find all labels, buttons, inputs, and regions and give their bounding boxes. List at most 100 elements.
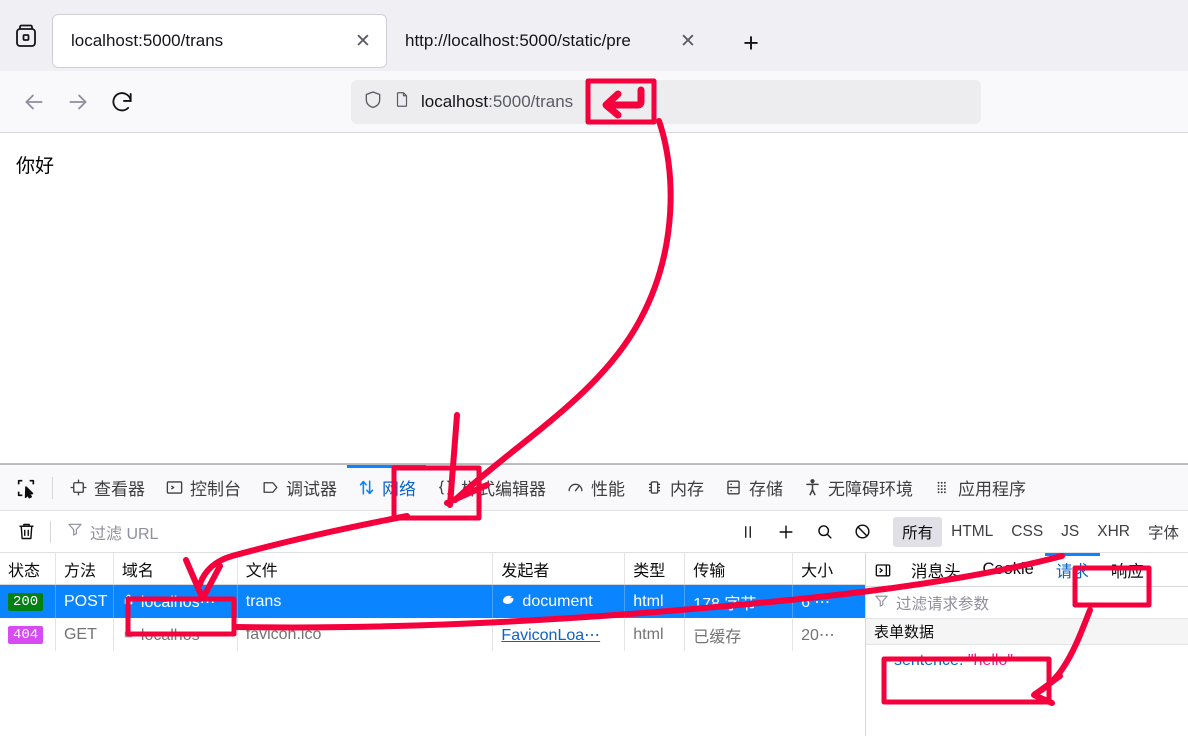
funnel-icon bbox=[67, 521, 83, 542]
plus-icon[interactable] bbox=[767, 514, 805, 550]
tab-title: http://localhost:5000/static/pre bbox=[405, 31, 675, 51]
cell-method: POST bbox=[56, 585, 114, 618]
type-filter-css[interactable]: CSS bbox=[1002, 519, 1052, 545]
devtools-tab-performance[interactable]: 性能 bbox=[556, 465, 635, 510]
pause-icon[interactable] bbox=[729, 514, 767, 550]
initiator-link[interactable]: FaviconLoa⋯ bbox=[501, 625, 600, 645]
page-icon[interactable] bbox=[393, 89, 411, 115]
cell-size: 20⋯ bbox=[793, 618, 865, 651]
column-header-initiator[interactable]: 发起者 bbox=[493, 553, 625, 584]
network-toolbar: 过滤 URL bbox=[0, 511, 1188, 553]
cell-file: favicon.ico bbox=[238, 618, 494, 651]
type-filter-js[interactable]: JS bbox=[1052, 519, 1088, 545]
reload-icon[interactable] bbox=[100, 80, 144, 124]
lock-icon bbox=[122, 625, 135, 645]
type-filter-html[interactable]: HTML bbox=[942, 519, 1002, 545]
debugger-icon bbox=[261, 478, 280, 497]
request-filter-placeholder: 过滤请求参数 bbox=[896, 592, 989, 614]
firefox-view-icon[interactable] bbox=[0, 0, 52, 71]
detail-tab-headers[interactable]: 消息头 bbox=[900, 553, 972, 586]
request-params-filter-input[interactable]: 过滤请求参数 bbox=[866, 587, 1188, 619]
panel-collapse-icon[interactable] bbox=[866, 553, 900, 586]
devtools-tab-label: 调试器 bbox=[286, 475, 337, 500]
network-icon bbox=[357, 478, 376, 497]
cell-type: html bbox=[625, 585, 685, 618]
devtools-tab-debugger[interactable]: 调试器 bbox=[251, 465, 347, 510]
tab-strip: localhost:5000/trans ✕ http://localhost:… bbox=[0, 0, 1188, 71]
devtools-tab-network[interactable]: 网络 bbox=[347, 465, 426, 510]
column-header-status[interactable]: 状态 bbox=[0, 553, 56, 584]
devtools-tab-label: 网络 bbox=[382, 475, 416, 500]
trash-icon[interactable] bbox=[8, 514, 44, 550]
devtools-tab-console[interactable]: 控制台 bbox=[155, 465, 251, 510]
initiator-text: document bbox=[522, 593, 592, 611]
toolbar-divider bbox=[50, 521, 51, 543]
table-row[interactable]: 404 GET localhos⋯ favicon.ico FaviconLoa… bbox=[0, 618, 865, 651]
resource-type-filters: 所有 HTML CSS JS XHR 字体 bbox=[893, 517, 1188, 547]
devtools-tab-inspector[interactable]: 查看器 bbox=[59, 465, 155, 510]
type-filter-xhr[interactable]: XHR bbox=[1088, 519, 1139, 545]
cell-method: GET bbox=[56, 618, 114, 651]
network-request-list: 状态 方法 域名 文件 发起者 类型 传输 大小 200 POST bbox=[0, 553, 866, 736]
domain-text: localhos⋯ bbox=[141, 625, 216, 645]
form-data-section-header[interactable]: 表单数据 bbox=[866, 619, 1188, 645]
memory-icon bbox=[645, 478, 664, 497]
tab-title: localhost:5000/trans bbox=[71, 31, 350, 51]
forward-arrow-icon[interactable] bbox=[56, 80, 100, 124]
type-filter-all[interactable]: 所有 bbox=[893, 517, 942, 547]
storage-icon bbox=[724, 478, 743, 497]
tab-localhost-static[interactable]: http://localhost:5000/static/pre ✕ bbox=[387, 14, 711, 68]
inspector-icon bbox=[69, 478, 88, 497]
close-icon[interactable]: ✕ bbox=[350, 28, 376, 54]
detail-tab-request[interactable]: 请求 bbox=[1045, 553, 1100, 586]
devtools-tab-application[interactable]: 应用程序 bbox=[923, 465, 1036, 510]
detail-tab-cookies[interactable]: Cookie bbox=[972, 553, 1045, 586]
table-row[interactable]: 200 POST localhos⋯ trans bbox=[0, 585, 865, 618]
url-host: localhost bbox=[421, 92, 488, 111]
element-picker-icon[interactable] bbox=[6, 468, 46, 508]
browser-chrome: localhost:5000/trans ✕ http://localhost:… bbox=[0, 0, 1188, 133]
detail-tab-response[interactable]: 响应 bbox=[1100, 553, 1155, 586]
tab-localhost-trans[interactable]: localhost:5000/trans ✕ bbox=[52, 14, 387, 68]
network-table-header: 状态 方法 域名 文件 发起者 类型 传输 大小 bbox=[0, 553, 865, 585]
block-icon[interactable] bbox=[843, 514, 881, 550]
column-header-size[interactable]: 大小 bbox=[793, 553, 865, 584]
search-icon[interactable] bbox=[805, 514, 843, 550]
new-tab-button[interactable]: + bbox=[731, 23, 771, 63]
column-header-method[interactable]: 方法 bbox=[56, 553, 114, 584]
devtools-tab-label: 查看器 bbox=[94, 475, 145, 500]
shield-icon[interactable] bbox=[363, 89, 383, 115]
network-toolbar-right: 所有 HTML CSS JS XHR 字体 bbox=[729, 514, 1188, 550]
cell-initiator: FaviconLoa⋯ bbox=[493, 618, 625, 651]
type-filter-font[interactable]: 字体 bbox=[1139, 517, 1188, 547]
funnel-icon bbox=[874, 593, 889, 613]
cell-initiator: document bbox=[493, 585, 625, 618]
close-icon[interactable]: ✕ bbox=[675, 28, 701, 54]
back-arrow-icon[interactable] bbox=[12, 80, 56, 124]
performance-icon bbox=[566, 478, 585, 497]
url-bar[interactable]: localhost:5000/trans bbox=[351, 80, 981, 124]
page-body-text: 你好 bbox=[16, 151, 1172, 178]
url-path: :5000/trans bbox=[488, 92, 573, 111]
column-header-type[interactable]: 类型 bbox=[625, 553, 685, 584]
column-header-file[interactable]: 文件 bbox=[238, 553, 494, 584]
firefox-icon bbox=[501, 592, 516, 612]
network-detail-panel: 消息头 Cookie 请求 响应 过滤请求参数 表单数据 sentence: "… bbox=[866, 553, 1188, 736]
form-data-row[interactable]: sentence: "hello" bbox=[866, 645, 1188, 670]
domain-text: localhos⋯ bbox=[141, 592, 216, 612]
column-header-domain[interactable]: 域名 bbox=[114, 553, 238, 584]
devtools-tab-accessibility[interactable]: 无障碍环境 bbox=[793, 465, 923, 510]
status-badge: 200 bbox=[8, 593, 43, 611]
devtools-tab-label: 样式编辑器 bbox=[461, 475, 546, 500]
network-filter-input[interactable]: 过滤 URL bbox=[67, 520, 158, 544]
toolbar-divider bbox=[52, 477, 53, 499]
url-bar-container: localhost:5000/trans bbox=[144, 80, 1176, 124]
devtools-tab-label: 内存 bbox=[670, 475, 704, 500]
devtools-tab-memory[interactable]: 内存 bbox=[635, 465, 714, 510]
devtools-tab-style-editor[interactable]: 样式编辑器 bbox=[426, 465, 556, 510]
devtools-panel: 查看器 控制台 调试器 bbox=[0, 464, 1188, 736]
devtools-tab-storage[interactable]: 存储 bbox=[714, 465, 793, 510]
column-header-transferred[interactable]: 传输 bbox=[685, 553, 793, 584]
network-filter-placeholder: 过滤 URL bbox=[90, 520, 158, 544]
detail-tab-bar: 消息头 Cookie 请求 响应 bbox=[866, 553, 1188, 587]
